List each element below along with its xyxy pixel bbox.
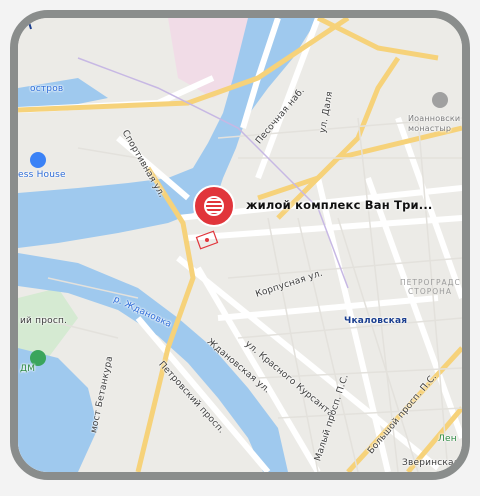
- location-pin[interactable]: [190, 184, 238, 232]
- label-complex[interactable]: жилой комплекс Ван Три...: [246, 198, 433, 212]
- airport-icon[interactable]: [30, 152, 46, 168]
- metro-icon[interactable]: [18, 18, 32, 30]
- map-frame[interactable]: остров Спортивная ул. Песочная наб. ул. …: [10, 10, 470, 480]
- label-prosp: ий просп.: [20, 316, 68, 326]
- label-petrograd: ПЕТРОГРАДС СТОРОНА: [400, 278, 461, 296]
- building-dot: [205, 238, 209, 242]
- map-canvas[interactable]: [18, 18, 462, 472]
- label-dm: ДМ: [20, 364, 36, 374]
- label-ioannovsky: Иоанновски монастыр: [408, 114, 461, 133]
- label-zverinskaya: Зверинская ул.: [402, 458, 470, 468]
- label-metro[interactable]: Чкаловская: [344, 316, 407, 326]
- label-ostrov: остров: [30, 84, 64, 94]
- church-icon[interactable]: [432, 92, 448, 108]
- label-len: Лен: [438, 434, 457, 444]
- label-house: ess House: [18, 170, 66, 180]
